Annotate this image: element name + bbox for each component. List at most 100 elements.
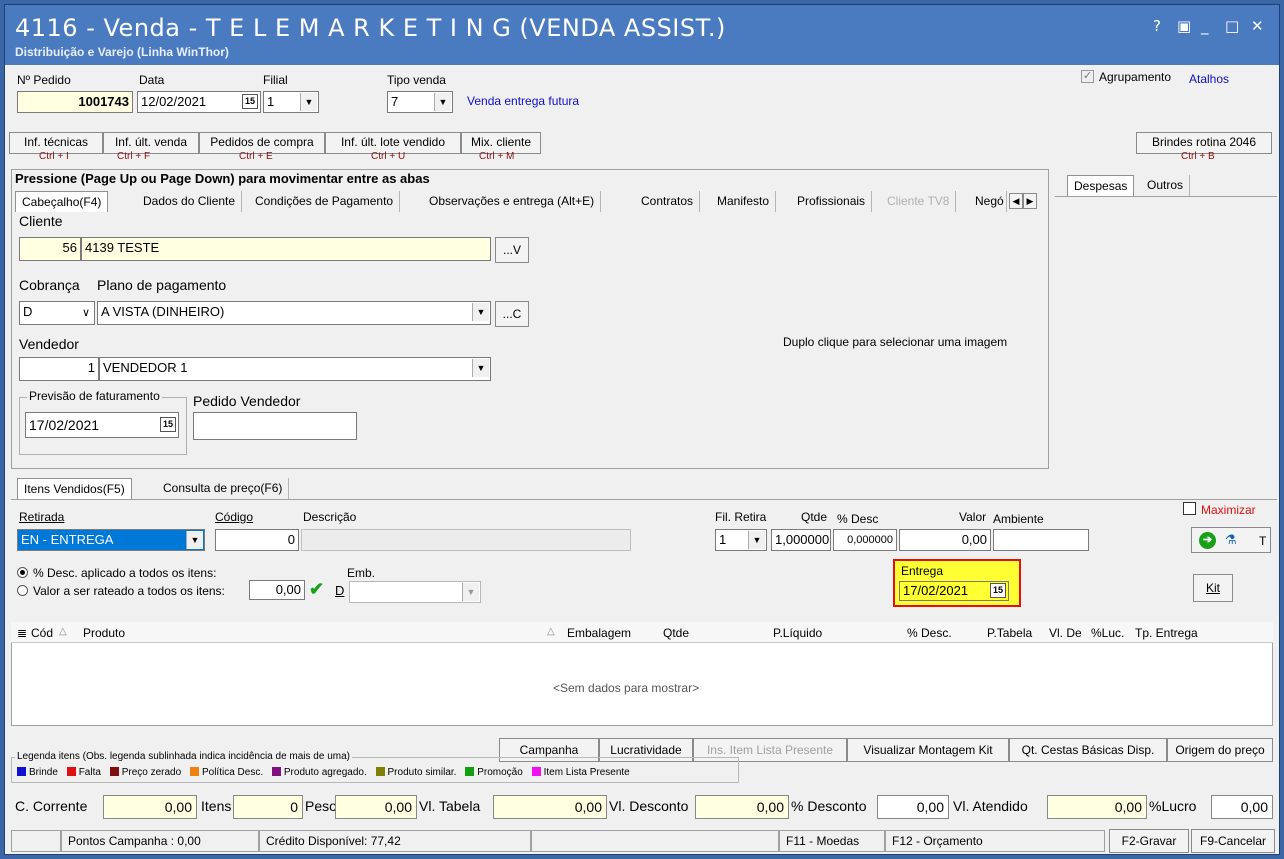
item-tabs-bar: Itens Vendidos(F5) Consulta de preço(F6): [17, 478, 317, 500]
check-icon[interactable]: ✔: [309, 579, 324, 600]
chevron-down-icon[interactable]: ▼: [300, 93, 317, 111]
tipo-venda-value: 7: [391, 94, 399, 109]
radio-desc-aplicado[interactable]: [17, 567, 28, 578]
qtde-field[interactable]: 1,000000: [771, 529, 831, 551]
cancelar-button[interactable]: F9-Cancelar: [1191, 829, 1275, 853]
legend-swatch: [465, 767, 475, 776]
valor-field[interactable]: 0,00: [899, 529, 991, 551]
col-p-liquido[interactable]: P.Líquido: [773, 626, 822, 640]
chevron-down-icon[interactable]: ▼: [462, 583, 479, 601]
tab-manifesto[interactable]: Manifesto: [711, 191, 777, 212]
col-p-tabela[interactable]: P.Tabela: [987, 626, 1032, 640]
cliente-name-field[interactable]: 4139 TESTE: [81, 237, 491, 261]
legend-title: Legenda itens (Obs. legenda sublinhada i…: [15, 751, 352, 762]
chevron-down-icon[interactable]: ▼: [472, 303, 489, 321]
col-vl-de[interactable]: Vl. De: [1049, 626, 1082, 640]
agrupamento-label: Agrupamento: [1099, 70, 1172, 84]
t-button[interactable]: T: [1259, 534, 1266, 548]
agrupamento-checkbox[interactable]: ✓: [1081, 70, 1094, 83]
tab-contratos[interactable]: Contratos: [635, 191, 701, 212]
col-qtde[interactable]: Qtde: [663, 626, 689, 640]
origem-preco-button[interactable]: Origem do preço: [1167, 738, 1273, 762]
tab-consulta-preco[interactable]: Consulta de preço(F6): [157, 478, 290, 499]
tab-observacoes-entrega[interactable]: Observações e entrega (Alt+E): [423, 191, 602, 212]
cliente-code-field[interactable]: 56: [19, 237, 81, 261]
rateio-field[interactable]: 0,00: [249, 580, 305, 600]
atalhos-link[interactable]: Atalhos: [1189, 72, 1229, 86]
entrega-field[interactable]: 17/02/2021 15: [899, 581, 1009, 601]
tab-itens-vendidos[interactable]: Itens Vendidos(F5): [17, 478, 132, 499]
gravar-button[interactable]: F2-Gravar: [1109, 829, 1189, 853]
chevron-down-icon[interactable]: ∨: [82, 303, 90, 323]
legend-swatch: [271, 767, 281, 776]
tab-scroll-left-icon[interactable]: ◀: [1009, 193, 1023, 209]
status-blank: [11, 830, 61, 852]
data-field[interactable]: 12/02/2021 15: [137, 91, 261, 113]
tab-negociacao[interactable]: Negó: [969, 191, 1007, 212]
pedido-field[interactable]: 1001743: [17, 91, 133, 113]
visualizar-kit-button[interactable]: Visualizar Montagem Kit: [847, 738, 1009, 762]
plano-search-button[interactable]: ...C: [495, 301, 529, 327]
cestas-basicas-button[interactable]: Qt. Cestas Básicas Disp.: [1009, 738, 1167, 762]
tab-dados-cliente[interactable]: Dados do Cliente: [137, 191, 243, 212]
tipo-venda-select[interactable]: 7 ▼: [387, 91, 453, 113]
chevron-down-icon[interactable]: ▼: [472, 359, 489, 377]
entrega-value: 17/02/2021: [903, 583, 969, 598]
fil-retira-select[interactable]: 1 ▼: [715, 529, 767, 551]
d-button[interactable]: D: [335, 583, 344, 598]
close-icon[interactable]: ✕: [1251, 17, 1264, 35]
sort-icon: △: [547, 626, 555, 637]
vl-atendido-value: 0,00: [1047, 795, 1147, 819]
radio-valor-label: Valor a ser rateado a todos os itens:: [33, 584, 225, 598]
vendedor-code-field[interactable]: 1: [19, 357, 99, 381]
help-icon[interactable]: ?: [1153, 17, 1161, 35]
title-bar[interactable]: 4116 - Venda - T E L E M A R K E T I N G…: [5, 5, 1279, 65]
radio-valor-rateado[interactable]: [17, 585, 28, 596]
calendar-icon[interactable]: 15: [160, 417, 176, 432]
chevron-down-icon[interactable]: ▼: [186, 531, 203, 549]
pedido-vendedor-field[interactable]: [193, 412, 357, 440]
tab-outros[interactable]: Outros: [1141, 175, 1191, 196]
calendar-icon[interactable]: 15: [990, 583, 1006, 598]
col-cod[interactable]: Cód: [31, 626, 53, 640]
tab-cliente-tv8[interactable]: Cliente TV8: [881, 191, 957, 212]
maximizar-link[interactable]: Maximizar: [1201, 503, 1256, 517]
filial-select[interactable]: 1 ▼: [263, 91, 319, 113]
emb-select[interactable]: ▼: [349, 581, 481, 603]
col-tp-entrega[interactable]: Tp. Entrega: [1135, 626, 1198, 640]
status-f11[interactable]: F11 - Moedas: [779, 830, 885, 852]
minimize-icon[interactable]: _: [1201, 17, 1209, 35]
flask-icon[interactable]: ⚗: [1225, 532, 1237, 548]
chevron-down-icon[interactable]: ▼: [748, 531, 765, 549]
col-luc[interactable]: %Luc.: [1091, 626, 1124, 640]
kit-button[interactable]: Kit: [1193, 574, 1233, 602]
col-desc[interactable]: % Desc.: [907, 626, 952, 640]
retirada-select[interactable]: EN - ENTREGA ▼: [17, 529, 205, 551]
codigo-field[interactable]: 0: [215, 529, 299, 551]
image-hint[interactable]: Duplo clique para selecionar uma imagem: [783, 335, 1007, 349]
maximize-icon[interactable]: □: [1225, 17, 1239, 35]
cobranca-select[interactable]: D ∨: [19, 301, 95, 325]
calendar-icon[interactable]: 15: [242, 94, 258, 109]
grid-menu-icon[interactable]: ≣: [17, 626, 27, 640]
col-produto[interactable]: Produto: [83, 626, 125, 640]
col-embalagem[interactable]: Embalagem: [567, 626, 631, 640]
vendedor-select[interactable]: VENDEDOR 1 ▼: [99, 357, 491, 381]
go-icon[interactable]: ➔: [1199, 532, 1216, 549]
tab-scroll-right-icon[interactable]: ▶: [1023, 193, 1037, 209]
previsao-field[interactable]: 17/02/2021 15: [25, 412, 179, 438]
ambiente-field[interactable]: [993, 529, 1089, 551]
status-f12[interactable]: F12 - Orçamento: [885, 830, 1105, 852]
plano-select[interactable]: A VISTA (DINHEIRO) ▼: [97, 301, 491, 325]
pedido-label: Nº Pedido: [17, 73, 71, 87]
cliente-search-button[interactable]: ...V: [495, 237, 529, 263]
tab-profissionais[interactable]: Profissionais: [791, 191, 873, 212]
tab-despesas[interactable]: Despesas: [1067, 175, 1135, 196]
tab-condicoes-pagamento[interactable]: Condições de Pagamento: [249, 191, 401, 212]
tipo-venda-label: Tipo venda: [387, 73, 446, 87]
tab-cabecalho[interactable]: Cabeçalho(F4): [15, 191, 109, 212]
restore-icon[interactable]: ▣: [1177, 17, 1191, 35]
desc-field[interactable]: 0,000000: [833, 529, 897, 551]
maximize-icon[interactable]: [1183, 502, 1196, 515]
chevron-down-icon[interactable]: ▼: [434, 93, 451, 111]
